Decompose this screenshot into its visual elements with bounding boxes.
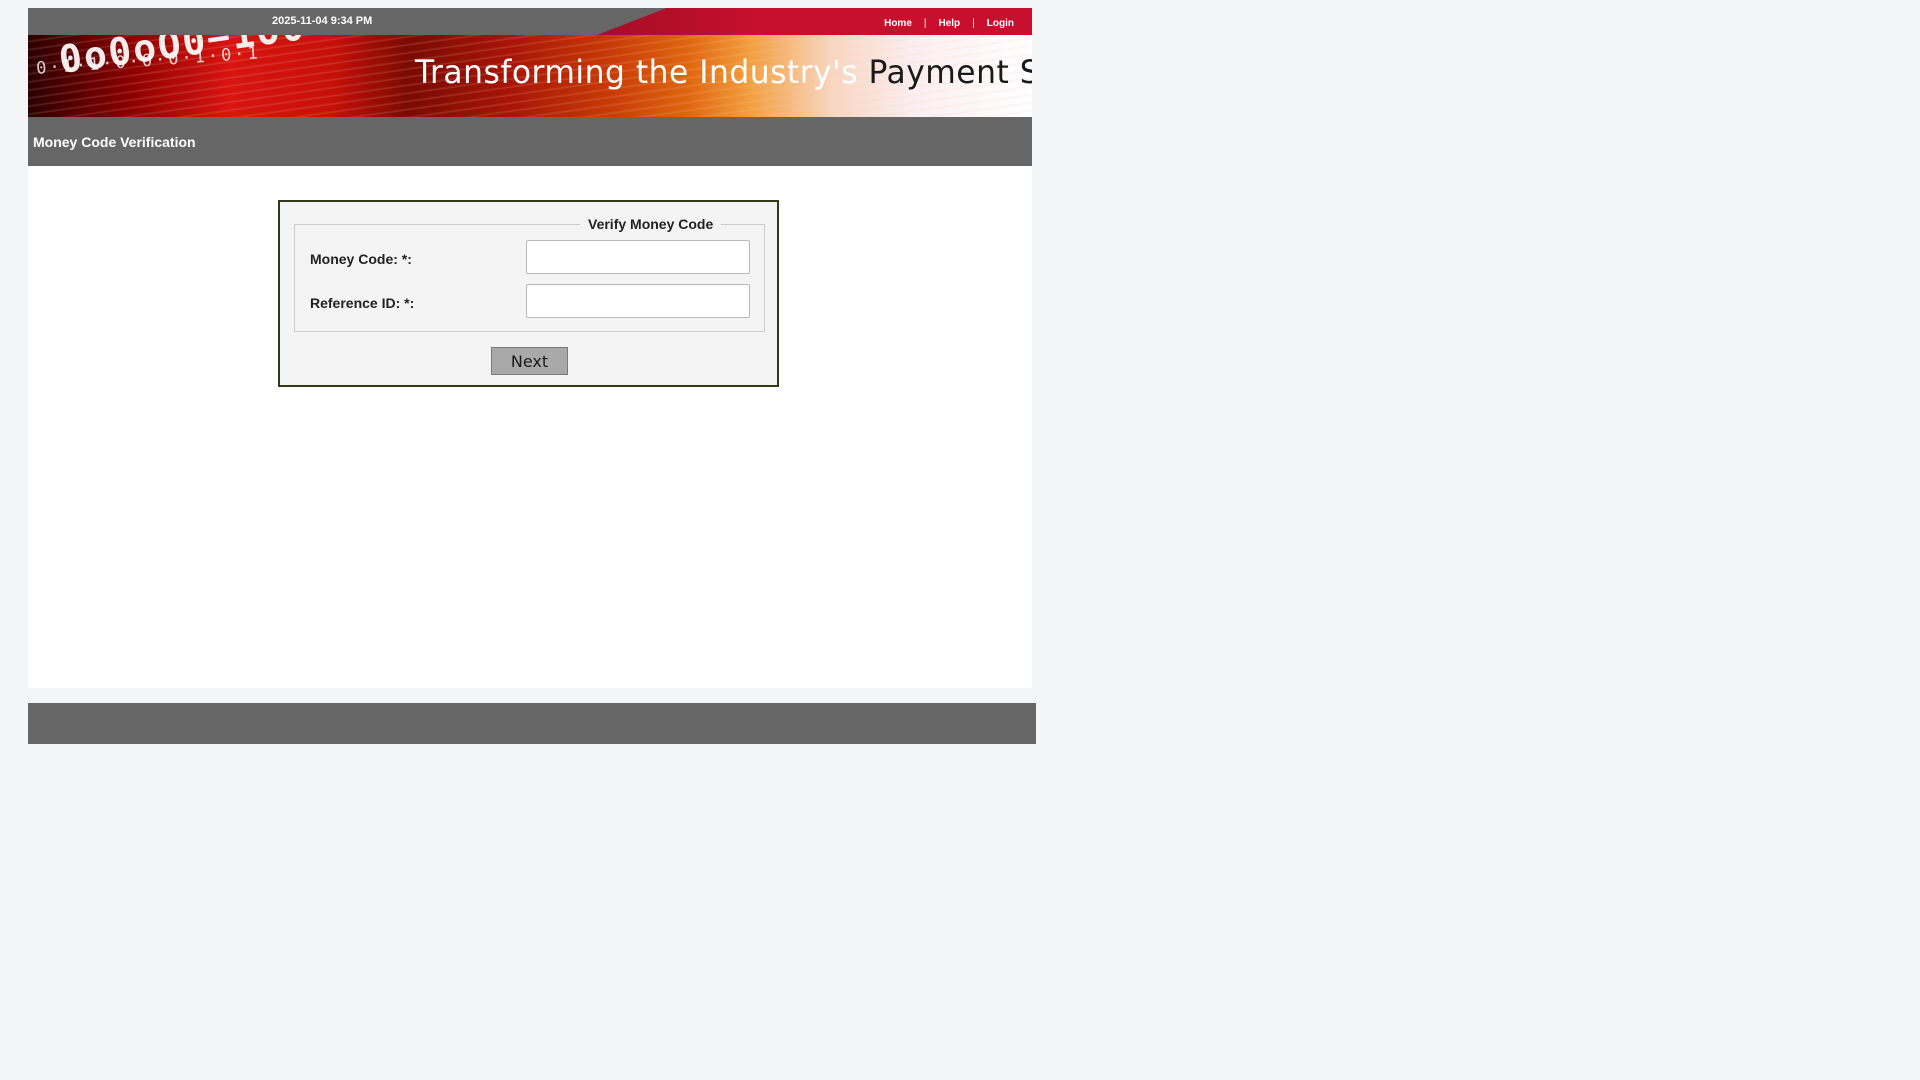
main-content: Verify Money Code Money Code: *: Referen…: [28, 166, 1032, 688]
top-bar: 2025-11-04 9:34 PM Home | Help | Login: [28, 8, 1032, 35]
home-link[interactable]: Home: [884, 18, 912, 29]
verify-money-code-form: Verify Money Code Money Code: *: Referen…: [278, 200, 779, 387]
banner-binary-graphic: 0o0oO0−1O0: [56, 35, 309, 83]
banner-tagline-part2: Payment Solutions: [868, 53, 1032, 91]
page-title: Money Code Verification: [33, 133, 196, 150]
help-link[interactable]: Help: [939, 18, 961, 29]
banner-tagline: Transforming the Industry's Payment Solu…: [415, 53, 1032, 91]
reference-id-row: Reference ID: *:: [310, 284, 750, 320]
money-code-row: Money Code: *:: [310, 240, 750, 276]
page-title-bar: Money Code Verification: [28, 117, 1032, 166]
nav-separator: |: [972, 18, 975, 29]
fieldset-legend: Verify Money Code: [580, 216, 722, 232]
money-code-input[interactable]: [526, 240, 750, 274]
current-datetime: 2025-11-04 9:34 PM: [272, 15, 373, 27]
nav-separator: |: [923, 18, 927, 29]
footer-bar: [28, 703, 1036, 744]
money-code-label: Money Code: *:: [310, 251, 412, 267]
header-banner: 0·1·1·0·0·0·1·0·1 0o0oO0−1O0 Transformin…: [28, 35, 1032, 117]
login-link[interactable]: Login: [987, 18, 1014, 29]
reference-id-input[interactable]: [526, 284, 750, 318]
page-container: 2025-11-04 9:34 PM Home | Help | Login 0…: [28, 8, 1032, 688]
reference-id-label: Reference ID: *:: [310, 295, 415, 311]
next-button[interactable]: Next: [491, 347, 568, 375]
top-nav: Home | Help | Login: [884, 18, 1014, 29]
banner-tagline-part1: Transforming the Industry's: [415, 53, 859, 91]
verify-fieldset: Verify Money Code Money Code: *: Referen…: [294, 216, 765, 332]
